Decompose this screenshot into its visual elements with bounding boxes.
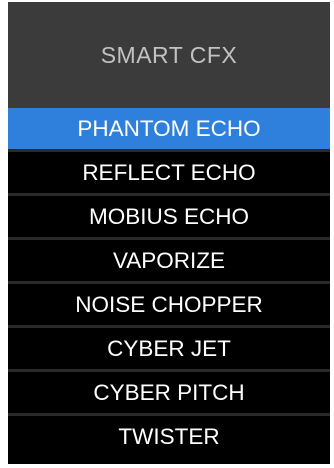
effect-item-cyber-pitch[interactable]: CYBER PITCH bbox=[8, 369, 330, 413]
effect-item-label: CYBER JET bbox=[107, 335, 231, 361]
effect-item-label: VAPORIZE bbox=[112, 247, 226, 273]
effect-item-label: TWISTER bbox=[118, 423, 220, 449]
effect-item-label: MOBIUS ECHO bbox=[88, 203, 250, 229]
effect-list: PHANTOM ECHO REFLECT ECHO MOBIUS ECHO VA… bbox=[8, 108, 330, 457]
effect-item-reflect-echo[interactable]: REFLECT ECHO bbox=[8, 149, 330, 193]
panel-header: SMART CFX bbox=[8, 2, 330, 108]
effect-item-twister[interactable]: TWISTER bbox=[8, 413, 330, 457]
effect-item-mobius-echo[interactable]: MOBIUS ECHO bbox=[8, 193, 330, 237]
panel-title: SMART CFX bbox=[100, 41, 238, 68]
effect-item-label: REFLECT ECHO bbox=[82, 159, 256, 185]
effect-item-vaporize[interactable]: VAPORIZE bbox=[8, 237, 330, 281]
effect-item-label: CYBER PITCH bbox=[93, 379, 245, 405]
effect-item-label: NOISE CHOPPER bbox=[75, 291, 263, 317]
effect-item-cyber-jet[interactable]: CYBER JET bbox=[8, 325, 330, 369]
effect-item-noise-chopper[interactable]: NOISE CHOPPER bbox=[8, 281, 330, 325]
smart-cfx-panel: SMART CFX PHANTOM ECHO REFLECT ECHO MOBI… bbox=[8, 2, 330, 464]
effect-item-label: PHANTOM ECHO bbox=[77, 115, 261, 141]
effect-item-phantom-echo[interactable]: PHANTOM ECHO bbox=[8, 108, 330, 149]
